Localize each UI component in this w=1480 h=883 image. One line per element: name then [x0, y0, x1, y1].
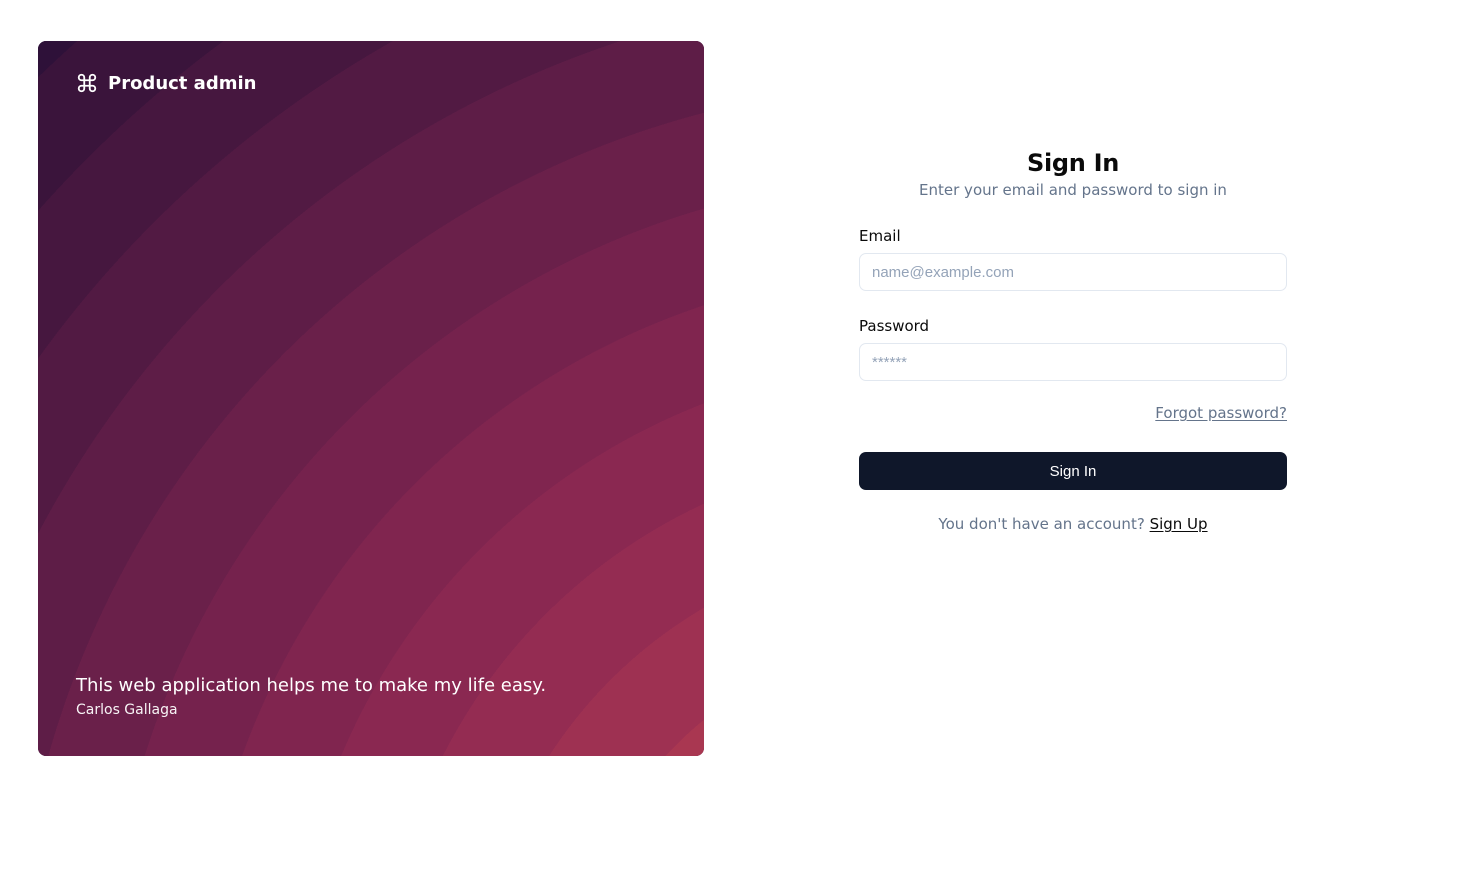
signup-row: You don't have an account? Sign Up	[859, 515, 1287, 533]
email-label: Email	[859, 227, 1287, 245]
brand-row: Product admin	[76, 72, 666, 94]
forgot-password-link[interactable]: Forgot password?	[1155, 404, 1287, 422]
form-subtitle: Enter your email and password to sign in	[859, 181, 1287, 199]
testimonial-author: Carlos Gallaga	[76, 702, 666, 718]
email-field[interactable]	[859, 253, 1287, 291]
signup-prompt: You don't have an account?	[938, 515, 1149, 533]
email-group: Email	[859, 227, 1287, 291]
signin-button[interactable]: Sign In	[859, 452, 1287, 490]
forgot-row: Forgot password?	[859, 403, 1287, 422]
brand-name: Product admin	[108, 73, 256, 94]
form-panel: Sign In Enter your email and password to…	[704, 41, 1442, 842]
left-hero-panel: Product admin This web application helps…	[38, 41, 704, 756]
password-group: Password	[859, 317, 1287, 381]
signup-link[interactable]: Sign Up	[1150, 515, 1208, 533]
password-field[interactable]	[859, 343, 1287, 381]
testimonial-text: This web application helps me to make my…	[76, 673, 666, 698]
command-icon	[76, 72, 98, 94]
form-title: Sign In	[859, 149, 1287, 177]
password-label: Password	[859, 317, 1287, 335]
signin-form: Sign In Enter your email and password to…	[859, 149, 1287, 533]
testimonial-block: This web application helps me to make my…	[76, 673, 666, 718]
